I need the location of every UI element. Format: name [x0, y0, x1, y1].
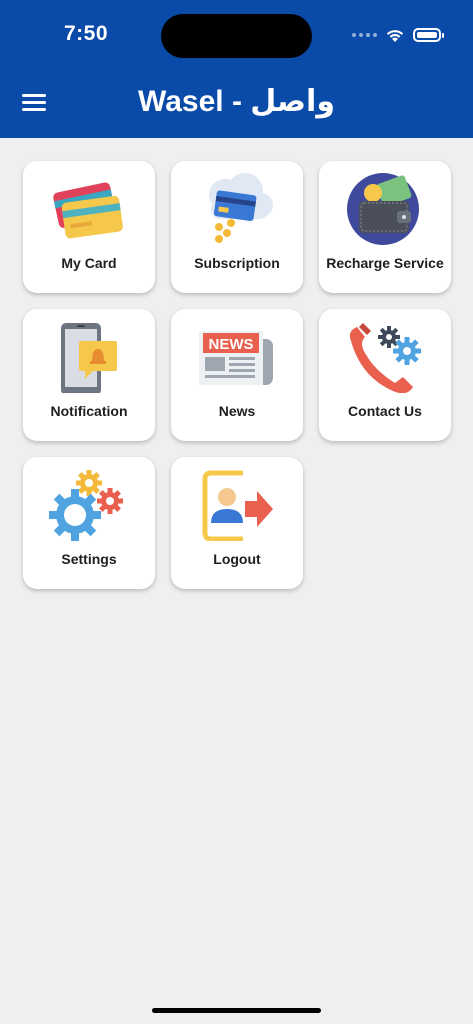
signal-dots-icon [352, 33, 377, 37]
page-title: Wasel - واصل [138, 85, 335, 118]
status-time: 7:50 [64, 22, 109, 45]
tile-notification[interactable]: Notification [23, 309, 155, 441]
menu-grid: My Card Subscription Recharge Service No… [23, 161, 451, 589]
battery-icon [413, 28, 444, 42]
phone-gears-contact-icon [349, 323, 421, 393]
tile-label: Notification [50, 403, 128, 419]
status-icons [352, 25, 444, 45]
tile-label: Recharge Service [326, 255, 444, 271]
tile-logout[interactable]: Logout [171, 457, 303, 589]
logout-user-arrow-icon [202, 470, 273, 541]
gears-settings-icon [49, 470, 123, 541]
home-indicator[interactable] [152, 1008, 321, 1013]
tile-my-card[interactable]: My Card [23, 161, 155, 293]
dynamic-island [161, 14, 312, 58]
tile-label: My Card [61, 255, 117, 271]
tile-settings[interactable]: Settings [23, 457, 155, 589]
tile-news[interactable]: NEWS News [171, 309, 303, 441]
newspaper-icon: NEWS [199, 331, 273, 385]
tile-label: Settings [61, 551, 117, 567]
wallet-recharge-icon [347, 173, 419, 245]
credit-cards-icon [53, 182, 123, 239]
wifi-icon [386, 29, 404, 42]
app-header: 7:50 Wasel - واصل [0, 0, 473, 138]
tile-subscription[interactable]: Subscription [171, 161, 303, 293]
news-icon-text: NEWS [209, 336, 254, 353]
tile-recharge-service[interactable]: Recharge Service [319, 161, 451, 293]
tile-label: Logout [213, 551, 261, 567]
tile-label: Contact Us [348, 403, 422, 419]
cloud-card-subscription-icon [209, 173, 273, 243]
tile-label: News [218, 403, 256, 419]
tile-label: Subscription [194, 255, 280, 271]
tile-contact-us[interactable]: Contact Us [319, 309, 451, 441]
phone-notification-icon [61, 323, 117, 393]
